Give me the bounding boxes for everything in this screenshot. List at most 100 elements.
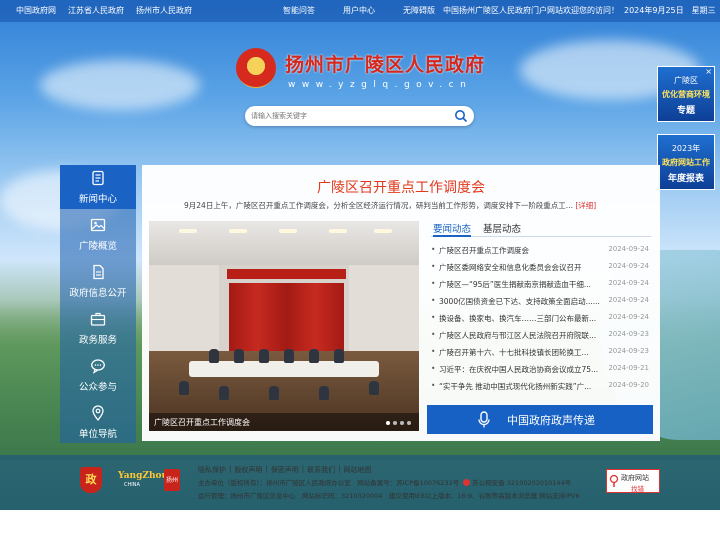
summary-text: 9月24日上午，广陵区召开重点工作调度会，分析全区经济运行情况，研判当前工作形势… [184,201,573,210]
gov-voice-button[interactable]: 中国政府政声传递 [427,405,653,434]
news-title[interactable]: 广陵召开第十六、十七批科技镇长团轮换工... [439,347,609,358]
photo-light [279,229,297,233]
promo-business-environment[interactable]: × 广陵区 优化营商环境 专题 [657,66,715,122]
nav-label: 政务服务 [78,335,117,346]
search-icon[interactable] [454,109,468,123]
copyright-link[interactable]: 版权声明 [234,465,262,475]
photo-person [319,386,329,400]
top-link[interactable]: 扬州市人民政府 [136,5,192,16]
bullet: • [431,279,436,288]
photo-curtain [229,283,344,355]
separator: | [265,465,268,473]
sitemap-link[interactable]: 网站地图 [343,465,371,475]
news-date: 2024-09-23 [608,347,649,355]
top-links-left: 中国政府网 江苏省人民政府 扬州市人民政府 [16,5,192,16]
news-tabs: 要闻动态 基层动态 [431,221,651,237]
privacy-link[interactable]: 隐私保护 [198,465,226,475]
photo-person [209,349,219,363]
list-item[interactable]: • 广陵召开第十六、十七批科技镇长团轮换工... 2024-09-23 [431,347,653,360]
police-badge-icon [463,479,471,486]
news-date: 2024-09-24 [608,262,649,270]
list-item[interactable]: • 广陵区—“95后”医生捐献南京捐献造血干细... 2024-09-24 [431,279,653,292]
background-cloud [40,60,200,110]
photo-light [179,229,197,233]
accessibility-link[interactable]: 无障碍版 [403,5,435,16]
bullet: • [431,347,436,356]
news-title[interactable]: 广陵区人民政府与邗江区人民法院召开府院联... [439,330,609,341]
news-title[interactable]: 广陵区召开重点工作调度会 [439,245,609,256]
top-link[interactable]: 江苏省人民政府 [68,5,124,16]
nav-info-disclosure[interactable]: 政府信息公开 [60,259,136,303]
search-input[interactable] [251,109,441,123]
location-icon [92,405,104,421]
user-center-link[interactable]: 用户中心 [343,5,375,16]
list-item[interactable]: • “实干争先 推动中国式现代化扬州新实践”广... 2024-09-20 [431,381,653,394]
photo-table [189,361,379,377]
list-item[interactable]: • 3000亿国债资金已下达、支持政策全面启动...... 2024-09-24 [431,296,653,309]
nav-services[interactable]: 政务服务 [60,306,136,350]
date-text: 2024年9月25日 星期三 [624,6,716,15]
list-item[interactable]: • 广陵区委网络安全和信息化委员会会议召开 2024-09-24 [431,262,653,275]
yangzhou-logo[interactable]: YangZhou CHINA 扬州 [118,469,180,491]
list-item[interactable]: • 换设备、换家电、换汽车……三部门公布最新... 2024-09-24 [431,313,653,326]
document-icon [93,264,104,280]
site-title[interactable]: 扬州市广陵区人民政府 [285,50,485,77]
top-link[interactable]: 中国政府网 [16,5,56,16]
nav-unit-navigation[interactable]: 单位导航 [60,400,136,444]
picture-icon [90,218,106,232]
national-emblem-icon: ★ [236,48,276,88]
news-title[interactable]: 习近平：在庆祝中国人民政治协商会议成立75... [439,364,609,375]
news-date: 2024-09-24 [608,313,649,321]
bullet: • [431,330,436,339]
magnifier-icon [609,474,619,487]
list-item[interactable]: • 习近平：在庆祝中国人民政治协商会议成立75... 2024-09-21 [431,364,653,377]
news-title[interactable]: “实干争先 推动中国式现代化扬州新实践”广... [439,381,609,392]
confidentiality-link[interactable]: 保密声明 [271,465,299,475]
ad-line: 政府网站工作 [662,158,710,167]
news-date: 2024-09-24 [608,279,649,287]
list-item[interactable]: • 广陵区人民政府与邗江区人民法院召开府院联... 2024-09-23 [431,330,653,343]
news-title[interactable]: 换设备、换家电、换汽车……三部门公布最新... [439,313,609,324]
footer-links: 隐私保护 | 版权声明 | 保密声明 | 联系我们 | 网站地图 [198,465,371,475]
separator: | [229,465,232,473]
news-photo-carousel[interactable]: 广陵区召开重点工作调度会 [149,221,419,431]
nav-label: 广陵概览 [78,241,117,252]
carousel-dot[interactable] [407,421,411,425]
carousel-dot[interactable] [386,421,390,425]
yangzhou-mark: 扬州 [164,469,180,491]
news-title[interactable]: 广陵区委网络安全和信息化委员会会议召开 [439,262,609,273]
bullet: • [431,313,436,322]
ad-line: 广陵区 [674,76,698,85]
list-item[interactable]: • 广陵区召开重点工作调度会 2024-09-24 [431,245,653,258]
news-date: 2024-09-20 [608,381,649,389]
news-title[interactable]: 3000亿国债资金已下达、支持政策全面启动...... [439,296,609,307]
nav-news-center[interactable]: 新闻中心 [60,165,136,209]
contact-link[interactable]: 联系我们 [307,465,335,475]
tab-local-news[interactable]: 基层动态 [483,221,521,235]
photo-person [269,386,279,400]
briefcase-icon [90,312,106,326]
smart-qa-link[interactable]: 智能问答 [283,5,315,16]
photo-person [334,349,344,363]
separator: | [338,465,341,473]
carousel-dot[interactable] [400,421,404,425]
photo-person [179,381,189,395]
top-links-mid: 智能问答 用户中心 无障碍版 [283,5,435,16]
more-link[interactable]: [详细] [575,201,596,210]
footer-security-record[interactable]: 苏公网安备 32100202010144号 [472,479,571,487]
voice-label: 中国政府政声传递 [507,414,595,427]
tab-headline-news[interactable]: 要闻动态 [433,221,472,237]
carousel-dot[interactable] [393,421,397,425]
yangzhou-text: YangZhou [118,471,169,481]
party-gov-logo[interactable]: 政 [80,467,102,493]
promo-annual-report[interactable]: 2023年 政府网站工作 年度报表 [657,134,715,190]
report-error-button[interactable]: 政府网站 找错 [606,469,660,493]
nav-overview[interactable]: 广陵概览 [60,212,136,256]
bullet: • [431,245,436,254]
headline-summary: 9月24日上午，广陵区召开重点工作调度会，分析全区经济运行情况，研判当前工作形势… [184,200,654,211]
separator: | [301,465,305,473]
headline[interactable]: 广陵区召开重点工作调度会 [142,177,660,197]
news-title[interactable]: 广陵区—“95后”医生捐献南京捐献造血干细... [439,279,609,290]
nav-participation[interactable]: 公众参与 [60,353,136,397]
photo-person [284,349,294,363]
